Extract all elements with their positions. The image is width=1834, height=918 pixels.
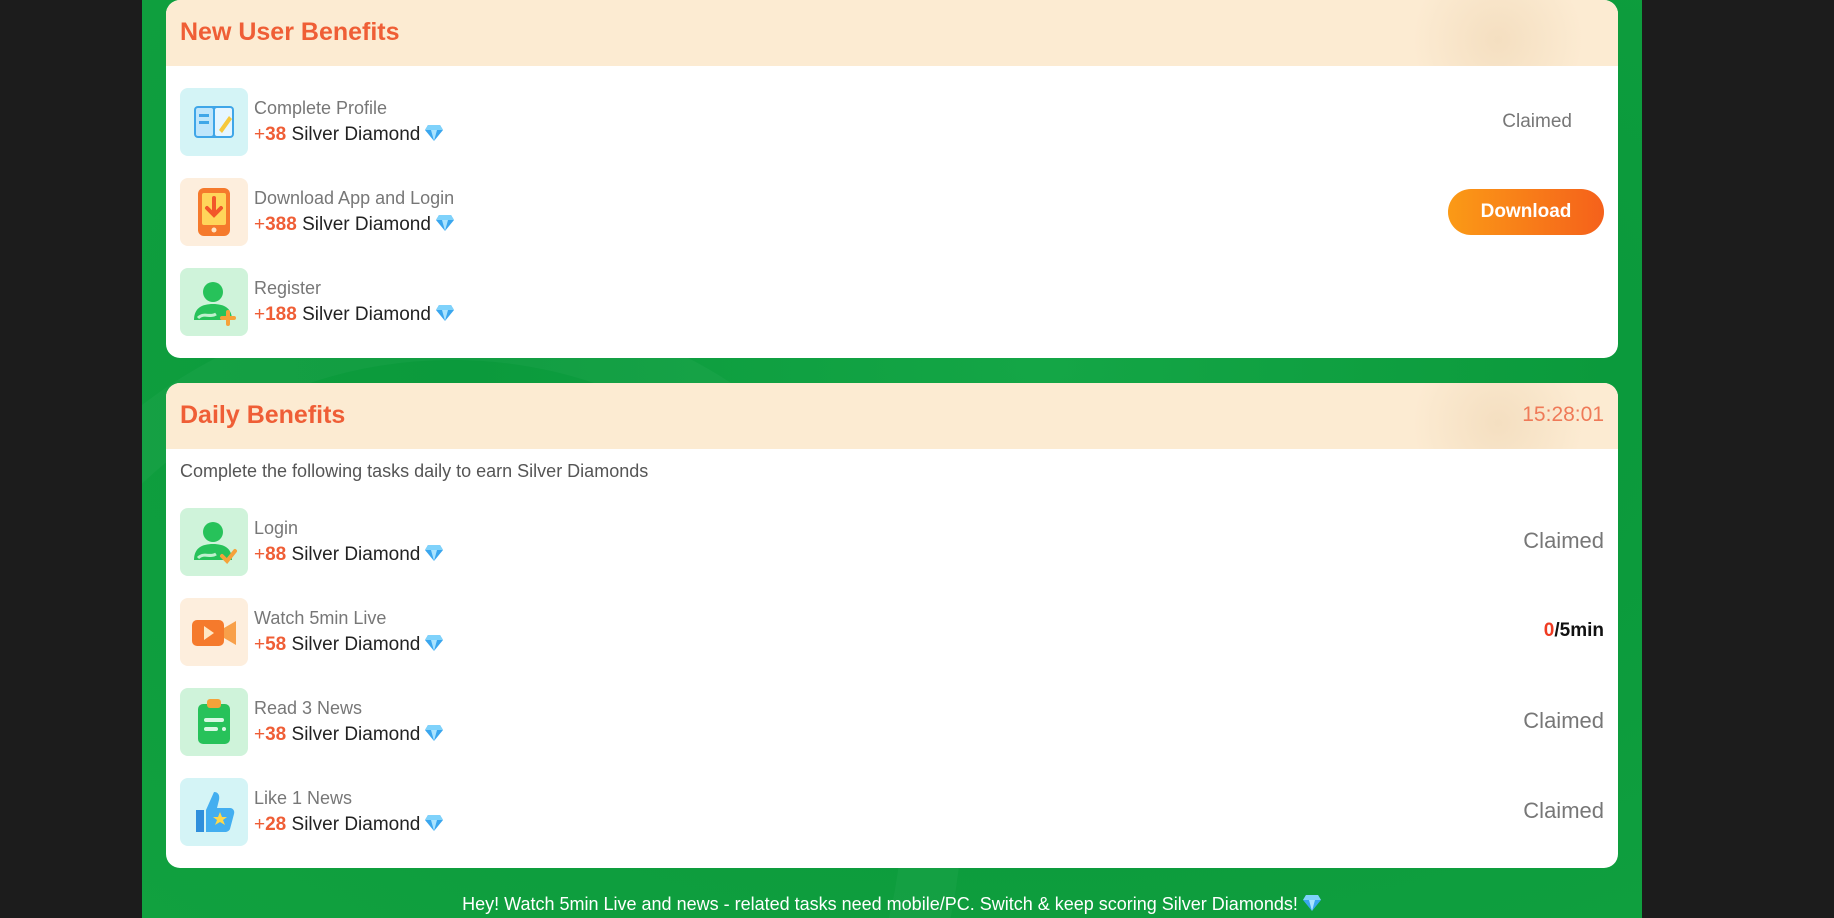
task-name: Watch 5min Live: [254, 608, 387, 628]
reward-unit: Silver Diamond: [291, 634, 421, 655]
task-name: Read 3 News: [254, 698, 363, 718]
task-row-download-app: Download App and Login +388 Silver Diamo…: [180, 178, 1604, 246]
reward-plus: +: [254, 634, 266, 655]
claimed-status: Claimed: [1523, 708, 1604, 733]
task-name: Login: [254, 518, 299, 538]
reward-plus: +: [254, 214, 266, 235]
task-name: Register: [254, 278, 322, 298]
section-title: New User Benefits: [180, 18, 400, 46]
watch-progress: 0/5min: [1544, 620, 1604, 642]
daily-benefits-card: Daily Benefits 15:28:01 Complete the fol…: [166, 383, 1618, 868]
task-row-login: Login +88 Silver Diamond Claimed: [180, 508, 1604, 576]
reward-amount: 38: [265, 724, 287, 745]
diamond-icon: [424, 544, 444, 568]
clipboard-news-icon: [180, 688, 248, 756]
reward-unit: Silver Diamond: [302, 214, 431, 235]
task-reward: +28 Silver Diamond: [254, 814, 444, 838]
new-user-benefits-card: New User Benefits Complete Profile +38 S…: [166, 0, 1618, 358]
claimed-status: Claimed: [1502, 111, 1572, 132]
profile-book-icon: [180, 88, 248, 156]
reward-amount: 38: [265, 124, 287, 145]
card-header: Daily Benefits 15:28:01: [166, 383, 1618, 449]
user-check-icon: [180, 508, 248, 576]
claimed-status: Claimed: [1523, 798, 1604, 823]
reward-unit: Silver Diamond: [291, 124, 421, 145]
download-button[interactable]: Download: [1448, 189, 1604, 235]
reward-plus: +: [254, 544, 266, 565]
diamond-icon: [435, 304, 455, 328]
task-reward: +188 Silver Diamond: [254, 304, 455, 328]
reward-unit: Silver Diamond: [291, 814, 421, 835]
task-name: Complete Profile: [254, 98, 388, 118]
reward-plus: +: [254, 124, 266, 145]
task-reward: +38 Silver Diamond: [254, 124, 444, 148]
phone-download-icon: [180, 178, 248, 246]
task-row-like-news: Like 1 News +28 Silver Diamond Claimed: [180, 778, 1604, 846]
reward-plus: +: [254, 304, 266, 325]
footer-note: Hey! Watch 5min Live and news - related …: [142, 894, 1642, 917]
progress-current: 0: [1543, 620, 1555, 641]
task-row-read-news: Read 3 News +38 Silver Diamond Claimed: [180, 688, 1604, 756]
reward-unit: Silver Diamond: [291, 544, 421, 565]
card-header: New User Benefits: [166, 0, 1618, 66]
task-reward: +88 Silver Diamond: [254, 544, 444, 568]
reward-unit: Silver Diamond: [291, 724, 421, 745]
diamond-icon: [1302, 894, 1322, 917]
diamond-icon: [424, 724, 444, 748]
task-name: Like 1 News: [254, 788, 353, 808]
thumbs-up-star-icon: [180, 778, 248, 846]
task-reward: +58 Silver Diamond: [254, 634, 444, 658]
footer-note-text: Hey! Watch 5min Live and news - related …: [462, 894, 1298, 914]
reward-amount: 88: [265, 544, 287, 565]
diamond-icon: [424, 124, 444, 148]
reward-amount: 188: [265, 304, 297, 325]
task-row-complete-profile: Complete Profile +38 Silver Diamond Clai…: [180, 88, 1604, 156]
reward-plus: +: [254, 724, 266, 745]
task-reward: +38 Silver Diamond: [254, 724, 444, 748]
diamond-icon: [424, 814, 444, 838]
progress-total: /5min: [1554, 620, 1604, 641]
task-reward: +388 Silver Diamond: [254, 214, 455, 238]
section-subtitle: Complete the following tasks daily to ea…: [180, 461, 649, 481]
user-add-icon: [180, 268, 248, 336]
reward-amount: 28: [265, 814, 287, 835]
reward-plus: +: [254, 814, 266, 835]
diamond-icon: [424, 634, 444, 658]
reward-amount: 388: [265, 214, 297, 235]
benefits-page: New User Benefits Complete Profile +38 S…: [142, 0, 1642, 918]
video-camera-icon: [180, 598, 248, 666]
task-row-register: Register +188 Silver Diamond: [180, 268, 1604, 336]
reward-amount: 58: [265, 634, 287, 655]
diamond-icon: [435, 214, 455, 238]
claimed-status: Claimed: [1523, 528, 1604, 553]
reward-unit: Silver Diamond: [302, 304, 431, 325]
section-title: Daily Benefits: [180, 401, 346, 429]
countdown-timer: 15:28:01: [1522, 403, 1604, 426]
task-row-watch-live: Watch 5min Live +58 Silver Diamond 0/5mi…: [180, 598, 1604, 666]
task-name: Download App and Login: [254, 188, 455, 208]
